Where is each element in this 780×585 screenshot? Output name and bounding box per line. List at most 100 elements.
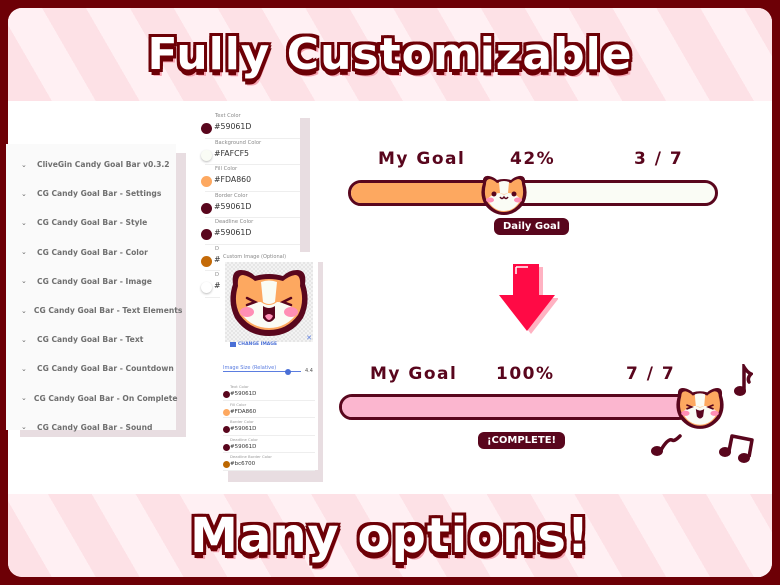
chevron-down-icon: ⌄	[21, 160, 27, 169]
chevron-down-icon: ⌄	[21, 306, 27, 315]
settings-section-label: CG Candy Goal Bar - Sound	[37, 422, 153, 432]
settings-section-item[interactable]: ⌄ CG Candy Goal Bar - Text Elements	[6, 296, 182, 325]
color-swatch[interactable]	[223, 443, 230, 451]
color-field[interactable]: Text Color #59061D	[223, 383, 315, 401]
color-field-label: D	[215, 245, 219, 252]
color-field-label: D	[215, 272, 219, 278]
goal-title-before: My Goal	[378, 149, 466, 169]
chevron-down-icon: ⌄	[21, 394, 27, 403]
color-field-value[interactable]: #bc6700	[230, 461, 255, 467]
color-field-value[interactable]: #59061D	[214, 122, 251, 131]
goal-bar-fill-after	[342, 397, 688, 417]
color-field[interactable]: Deadline Color #59061D	[223, 436, 315, 453]
goal-percent-after: 100%	[496, 364, 555, 384]
color-field-value[interactable]: #59061D	[214, 202, 251, 211]
goal-percent-before: 42%	[510, 149, 556, 169]
color-field-label: Text Color	[230, 384, 249, 389]
color-swatch[interactable]	[201, 149, 212, 161]
color-swatch[interactable]	[201, 255, 212, 267]
settings-section-label: CG Candy Goal Bar - Countdown	[37, 364, 174, 374]
color-swatch[interactable]	[201, 229, 212, 240]
image-color-rows: Text Color #59061D Fill Color #FDA860 Border…	[223, 383, 315, 471]
music-note-icon	[651, 434, 682, 456]
color-field-label: Fill Color	[215, 166, 238, 172]
change-image-button[interactable]: CHANGE IMAGE	[230, 342, 277, 347]
change-image-label: CHANGE IMAGE	[238, 342, 278, 347]
settings-section-label: CG Candy Goal Bar - On Complete	[33, 393, 178, 403]
goal-bar-after	[339, 394, 691, 420]
settings-section-item[interactable]: ⌄ CG Candy Goal Bar - Settings	[6, 179, 176, 208]
settings-section-label: CG Candy Goal Bar - Text Elements	[33, 306, 183, 316]
color-field[interactable]: Fill Color #FDA860	[201, 165, 300, 192]
settings-section-item[interactable]: ⌄ CG Candy Goal Bar - Countdown	[6, 354, 176, 383]
color-field[interactable]: Border Color #59061D	[201, 192, 300, 218]
color-swatch[interactable]	[201, 123, 212, 134]
music-double-note-icon	[719, 434, 754, 463]
complete-badge: ¡COMPLETE!	[478, 432, 566, 449]
color-field[interactable]: Text Color #59061D	[201, 112, 300, 139]
chevron-down-icon: ⌄	[21, 218, 27, 227]
settings-section-item[interactable]: ⌄ CG Candy Goal Bar - Text	[6, 325, 176, 354]
color-field[interactable]: Border Color #59061D	[223, 418, 315, 436]
color-field[interactable]: Deadline Border Color #bc6700	[223, 453, 315, 471]
chevron-down-icon: ⌄	[21, 364, 27, 373]
color-field-label: Deadline Color	[215, 219, 254, 225]
daily-goal-badge: Daily Goal	[494, 218, 570, 235]
settings-section-item[interactable]: ⌄ CG Candy Goal Bar - Style	[6, 208, 176, 237]
color-field-label: Border Color	[230, 419, 254, 424]
color-field-value[interactable]: #59061D	[230, 391, 256, 397]
color-swatch[interactable]	[201, 282, 212, 293]
settings-section-label: CG Candy Goal Bar - Settings	[37, 189, 162, 199]
color-field[interactable]: Background Color #FAFCF5	[201, 139, 300, 165]
custom-image-preview[interactable]: ✕	[225, 262, 313, 342]
color-field-value[interactable]: #FDA860	[214, 175, 251, 184]
chevron-down-icon: ⌄	[21, 248, 27, 257]
settings-section-label: CG Candy Goal Bar - Style	[37, 218, 148, 228]
color-field-label: Border Color	[215, 192, 248, 199]
goal-count-before: 3 / 7	[634, 149, 684, 169]
chevron-down-icon: ⌄	[21, 277, 27, 286]
color-field-label: Deadline Color	[230, 436, 258, 442]
chevron-down-icon: ⌄	[21, 335, 27, 344]
color-field-value[interactable]: #59061D	[230, 444, 256, 450]
settings-section-item[interactable]: ⌄ CG Candy Goal Bar - On Complete	[6, 384, 178, 413]
settings-section-label: CG Candy Goal Bar - Text	[37, 335, 144, 345]
color-field-value[interactable]: #59061D	[230, 426, 256, 432]
settings-section-item[interactable]: ⌄ CliveGin Candy Goal Bar v0.3.2	[6, 150, 176, 179]
color-field-label: Fill Color	[230, 401, 247, 407]
cat-happy-icon	[481, 175, 527, 215]
color-swatch[interactable]	[201, 202, 212, 214]
settings-panel: ⌄ CliveGin Candy Goal Bar v0.3.2 ⌄ CG Candy…	[6, 144, 182, 432]
chevron-down-icon: ⌄	[21, 189, 27, 198]
color-field[interactable]: Fill Color #FDA860	[223, 401, 315, 418]
banner-title-top: Fully Customizable	[146, 28, 633, 81]
color-field-value[interactable]: #FDA860	[230, 409, 256, 415]
color-swatch[interactable]	[201, 176, 212, 187]
color-field-value[interactable]: #FAFCF5	[214, 149, 249, 158]
image-icon	[230, 342, 236, 347]
settings-section-item[interactable]: ⌄ CG Candy Goal Bar - Sound	[6, 413, 176, 442]
color-field-label: Background Color	[215, 139, 262, 146]
settings-section-label: CliveGin Candy Goal Bar v0.3.2	[37, 160, 170, 170]
color-field-value[interactable]: #59061D	[214, 228, 251, 237]
image-settings-panel: Custom Image (Optional) ✕ CHANGE IMAGE I…	[220, 252, 318, 471]
arrow-down-icon	[499, 264, 558, 334]
color-swatch[interactable]	[223, 461, 230, 468]
settings-section-item[interactable]: ⌄ CG Candy Goal Bar - Image	[6, 267, 176, 296]
goal-count-after: 7 / 7	[626, 364, 676, 384]
cat-laughing-icon	[230, 270, 308, 336]
cat-laughing-icon	[676, 388, 724, 429]
color-swatch[interactable]	[223, 391, 230, 398]
goal-bar-before	[348, 180, 718, 206]
color-field-label: Deadline Border Color	[230, 454, 272, 459]
color-swatch[interactable]	[223, 426, 230, 433]
color-swatch[interactable]	[223, 408, 230, 416]
top-banner: Fully Customizable	[8, 8, 772, 101]
color-field-label: Text Color	[215, 113, 241, 119]
image-size-slider-thumb[interactable]	[284, 368, 291, 375]
settings-section-item[interactable]: ⌄ CG Candy Goal Bar - Color	[6, 238, 176, 267]
settings-section-label: CG Candy Goal Bar - Color	[37, 247, 148, 257]
color-field[interactable]: Deadline Color #59061D	[201, 218, 300, 245]
banner-title-bottom: Many options!	[189, 507, 590, 565]
remove-image-icon[interactable]: ✕	[306, 334, 312, 342]
